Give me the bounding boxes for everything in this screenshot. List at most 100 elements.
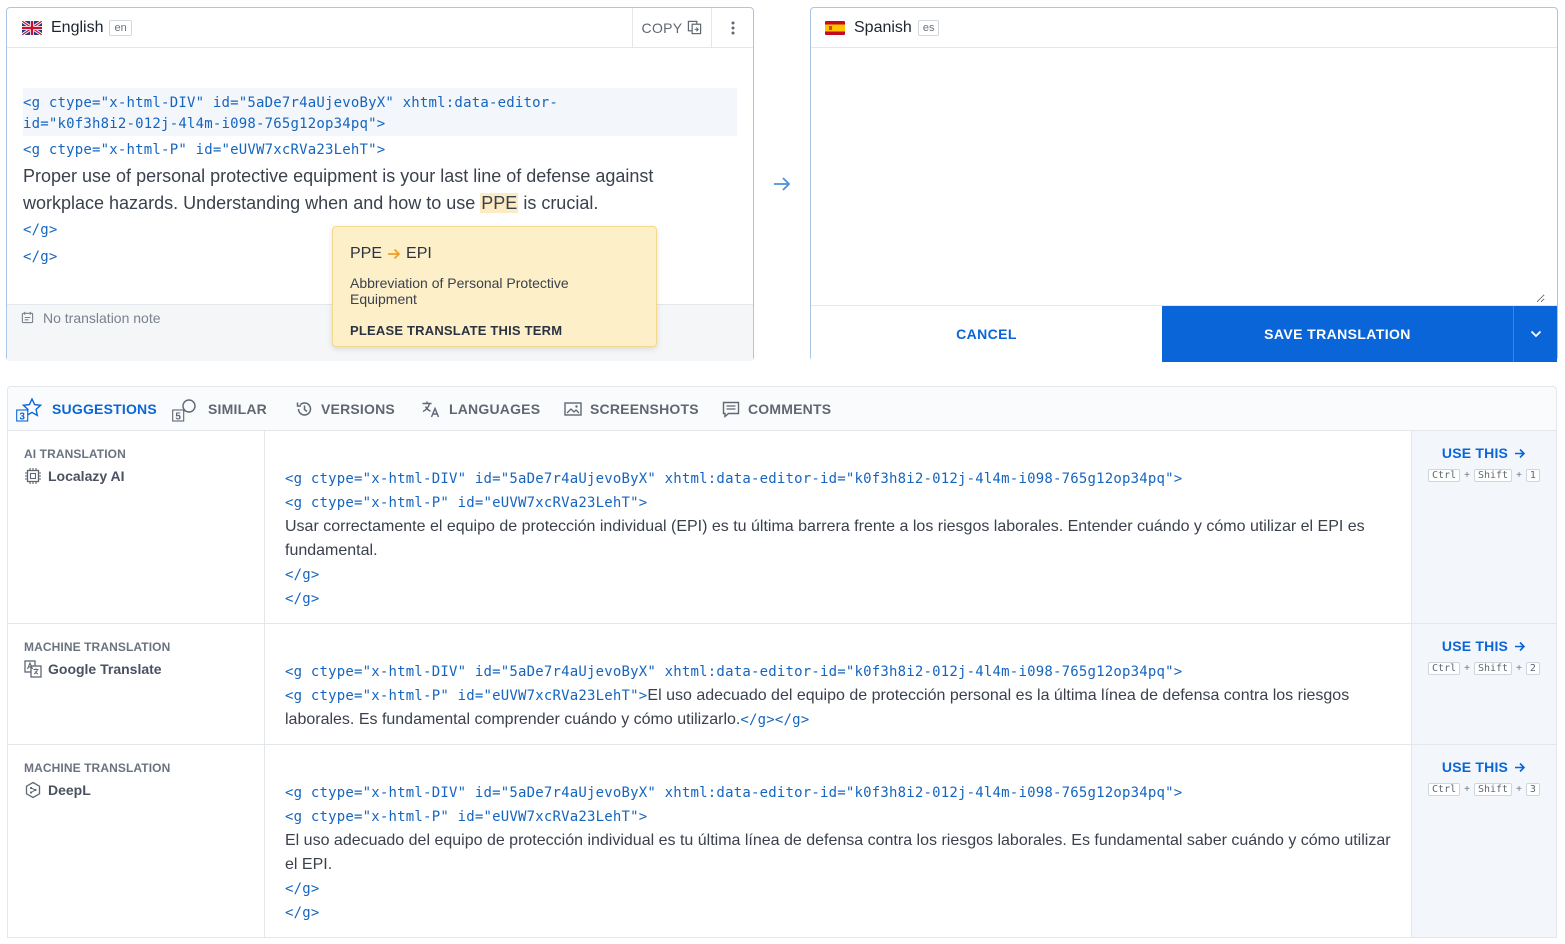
tab-suggestions[interactable]: 3 SUGGESTIONS [16, 387, 157, 431]
source-tag-block: <g ctype="x-html-DIV" id="5aDe7r4aUjevoB… [23, 88, 737, 136]
glossary-popup: PPE EPI Abbreviation of Personal Protect… [332, 226, 657, 347]
source-header: English en COPY [7, 8, 753, 48]
suggestion-close-tag: </g> [285, 905, 320, 921]
google-translate-icon [24, 660, 42, 678]
deepl-icon [25, 781, 41, 799]
source-language-name: English [51, 18, 104, 36]
suggestion-close-tag: </g> [285, 567, 320, 583]
history-icon [296, 402, 312, 416]
suggestion-text-line: el EPI. [285, 856, 333, 873]
target-header: Spanish es [811, 8, 1557, 48]
suggestion-text-line: <g ctype="x-html-P" id="eUVW7xcRVa23LehT… [285, 687, 1350, 704]
more-options-button[interactable] [712, 8, 753, 47]
arrow-right-icon [1515, 641, 1526, 651]
save-options-dropdown[interactable] [1513, 306, 1557, 362]
uk-flag-icon [22, 20, 42, 35]
svg-text:3: 3 [19, 411, 25, 422]
suggestion-source: MACHINE TRANSLATION Google Translate [8, 624, 265, 744]
svg-text:5: 5 [175, 411, 181, 422]
target-language-name: Spanish [854, 18, 912, 36]
suggestion-kind: AI TRANSLATION [24, 447, 126, 461]
cancel-button[interactable]: CANCEL [811, 306, 1162, 362]
tab-label: COMMENTS [748, 401, 832, 417]
note-icon [21, 311, 34, 324]
suggestion-text-line: fundamental. [285, 542, 378, 559]
comment-icon [722, 401, 740, 418]
spain-flag-icon [825, 20, 845, 35]
suggestion-tabs: 3 SUGGESTIONS 5 SIMILAR VERSIONS LANGUAG… [7, 386, 1557, 431]
tab-comments[interactable]: COMMENTS [722, 387, 831, 431]
copy-button[interactable]: COPY [632, 8, 712, 47]
image-icon [564, 402, 582, 416]
suggestion-close-tag: </g> [285, 881, 320, 897]
translate-icon [422, 401, 440, 418]
suggestion-close-tag: </g> [285, 591, 320, 607]
glossary-instruction: PLEASE TRANSLATE THIS TERM [350, 323, 563, 338]
glossary-term-row: PPE EPI [350, 245, 639, 263]
kebab-menu-icon [731, 21, 734, 34]
suggestion-engine: Google Translate [24, 660, 248, 678]
glossary-term-highlight[interactable]: PPE [480, 193, 519, 213]
suggestion-tag-line: <g ctype="x-html-P" id="eUVW7xcRVa23LehT… [285, 495, 648, 511]
tab-label: SIMILAR [208, 401, 267, 417]
keyboard-shortcut: Ctrl + Shift +3 [1412, 783, 1556, 796]
chevron-down-icon [1530, 330, 1541, 338]
source-text-line: Proper use of personal protective equipm… [23, 166, 654, 186]
suggestion-source: MACHINE TRANSLATION DeepL [8, 745, 265, 937]
target-panel: Spanish es CANCEL SAVE TRANSLATION [810, 7, 1558, 362]
suggestion-actions: USE THIS Ctrl + Shift +2 [1411, 624, 1556, 744]
tab-screenshots[interactable]: SCREENSHOTS [564, 387, 699, 431]
suggestion-text-line: Usar correctamente el equipo de protecci… [285, 518, 1365, 535]
save-translation-label: SAVE TRANSLATION [1264, 326, 1411, 342]
keyboard-shortcut: Ctrl + Shift +1 [1412, 469, 1556, 482]
suggestion-engine: Localazy AI [24, 467, 248, 485]
source-tag-line: <g ctype="x-html-P" id="eUVW7xcRVa23LehT… [23, 142, 386, 158]
arrow-right-icon [1515, 448, 1526, 458]
suggestion-tag-line: <g ctype="x-html-DIV" id="5aDe7r4aUjevoB… [285, 785, 1183, 801]
suggestion-actions: USE THIS Ctrl + Shift +1 [1411, 431, 1556, 623]
target-language-code: es [917, 19, 940, 36]
tab-versions[interactable]: VERSIONS [295, 387, 395, 431]
suggestion-row: AI TRANSLATION Localazy AI <g ctype="x-h… [7, 431, 1557, 624]
use-this-button[interactable]: USE THIS [1442, 759, 1526, 775]
suggestion-tag-line: <g ctype="x-html-P" id="eUVW7xcRVa23LehT… [285, 809, 648, 825]
translation-note-text: No translation note [43, 310, 161, 326]
glossary-description: Abbreviation of Personal Protective Equi… [350, 275, 569, 307]
star-icon: 3 [16, 397, 43, 422]
use-this-button[interactable]: USE THIS [1442, 445, 1526, 461]
suggestion-tag-line: <g ctype="x-html-DIV" id="5aDe7r4aUjevoB… [285, 664, 1183, 680]
source-language-code: en [109, 19, 132, 36]
suggestion-source: AI TRANSLATION Localazy AI [8, 431, 265, 623]
suggestion-row: MACHINE TRANSLATION DeepL <g ctype="x-ht… [7, 745, 1557, 938]
suggestion-row: MACHINE TRANSLATION Google Translate <g … [7, 624, 1557, 745]
ai-chip-icon [25, 468, 41, 484]
suggestion-tag-line: <g ctype="x-html-DIV" id="5aDe7r4aUjevoB… [285, 471, 1183, 487]
tab-label: VERSIONS [321, 401, 395, 417]
suggestion-text: <g ctype="x-html-DIV" id="5aDe7r4aUjevoB… [285, 660, 1396, 732]
tab-label: LANGUAGES [449, 401, 541, 417]
glossary-source-term: PPE [350, 245, 383, 262]
tab-label: SUGGESTIONS [52, 401, 157, 417]
suggestion-kind: MACHINE TRANSLATION [24, 640, 171, 654]
suggestion-kind: MACHINE TRANSLATION [24, 761, 171, 775]
keyboard-shortcut: Ctrl + Shift +2 [1412, 662, 1556, 675]
arrow-right-icon [774, 177, 791, 191]
source-panel: English en COPY <g ctype="x-html-DIV" id… [6, 7, 754, 361]
suggestion-engine: DeepL [24, 781, 248, 799]
tab-label: SCREENSHOTS [590, 401, 699, 417]
translation-textarea[interactable] [811, 48, 1545, 303]
action-bar: CANCEL SAVE TRANSLATION [811, 305, 1557, 362]
use-this-button[interactable]: USE THIS [1442, 638, 1526, 654]
save-translation-button[interactable]: SAVE TRANSLATION [1162, 306, 1513, 362]
suggestion-text: <g ctype="x-html-DIV" id="5aDe7r4aUjevoB… [285, 781, 1396, 925]
tab-similar[interactable]: 5 SIMILAR [172, 387, 267, 431]
search-icon: 5 [172, 399, 196, 422]
tab-languages[interactable]: LANGUAGES [421, 387, 540, 431]
copy-label: COPY [641, 19, 683, 36]
copy-icon [688, 20, 702, 35]
suggestion-actions: USE THIS Ctrl + Shift +3 [1411, 745, 1556, 937]
suggestion-text-line: laborales. Es fundamental comprender cuá… [285, 711, 810, 728]
source-text: Proper use of personal protective equipm… [23, 163, 739, 217]
arrow-right-icon [1515, 762, 1526, 772]
arrow-right-icon [388, 248, 401, 260]
